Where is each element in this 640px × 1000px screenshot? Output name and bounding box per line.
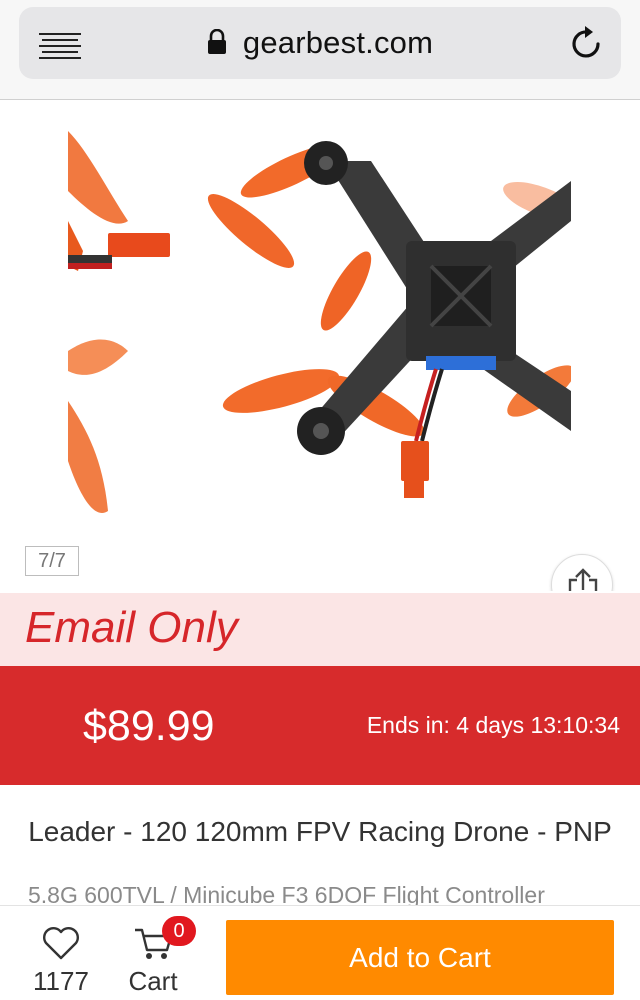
email-only-banner: Email Only bbox=[0, 593, 640, 666]
share-button[interactable] bbox=[551, 554, 613, 591]
browser-toolbar: gearbest.com bbox=[0, 0, 640, 100]
favorites-count: 1177 bbox=[33, 966, 89, 996]
drone-photo-image bbox=[207, 141, 571, 498]
add-to-cart-button[interactable]: Add to Cart bbox=[226, 920, 614, 995]
price-banner: $89.99 Ends in: 4 days 13:10:34 bbox=[0, 666, 640, 785]
countdown-timer: Ends in: 4 days 13:10:34 bbox=[366, 712, 620, 738]
favorite-button[interactable]: 1177 bbox=[22, 926, 100, 998]
address-bar[interactable]: gearbest.com bbox=[19, 7, 621, 79]
cart-label: Cart bbox=[128, 966, 178, 996]
lock-icon bbox=[207, 29, 226, 54]
product-title: Leader - 120 120mm FPV Racing Drone - PN… bbox=[28, 816, 612, 847]
share-icon bbox=[568, 568, 598, 591]
product-gallery[interactable]: 7/7 bbox=[0, 101, 640, 591]
previous-photo-image bbox=[68, 101, 196, 531]
reload-icon[interactable] bbox=[569, 24, 605, 62]
url-text: gearbest.com bbox=[242, 25, 434, 60]
page-indicator: 7/7 bbox=[25, 546, 79, 576]
price: $89.99 bbox=[83, 702, 215, 750]
email-only-label: Email Only bbox=[25, 603, 238, 652]
bottom-action-bar: 1177 Cart 0 Add to Cart bbox=[0, 905, 640, 1000]
cart-count-badge: 0 bbox=[162, 916, 196, 946]
cart-button[interactable]: Cart 0 bbox=[120, 916, 196, 998]
url-display[interactable]: gearbest.com bbox=[19, 25, 621, 61]
heart-icon bbox=[43, 927, 79, 960]
